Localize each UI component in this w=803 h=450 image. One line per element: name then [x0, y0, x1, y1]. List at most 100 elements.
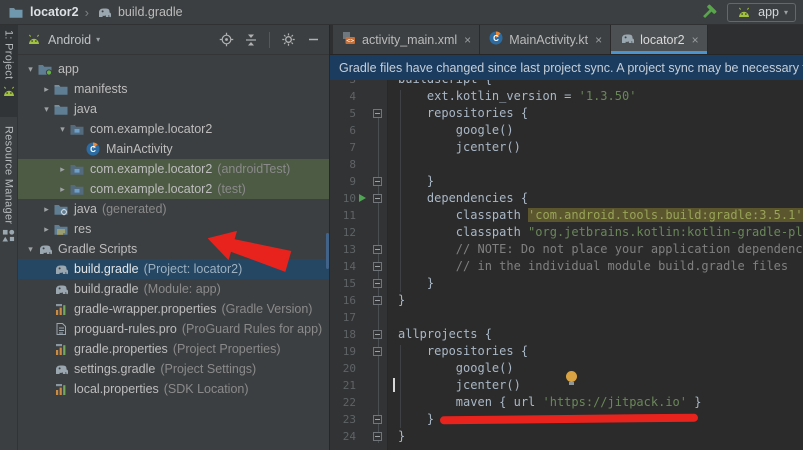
android-view-icon: [25, 31, 43, 49]
line-number: 8: [330, 156, 356, 173]
code-line[interactable]: 14 // in the individual module build.gra…: [330, 258, 803, 275]
code-editor[interactable]: 3 buildscript { 4 ext.kotlin_version = '…: [330, 71, 803, 450]
editor-tab[interactable]: C MainActivity.kt ×: [480, 25, 611, 54]
build-hammer-icon[interactable]: [699, 3, 717, 21]
divider: [269, 32, 270, 48]
code-line[interactable]: 19 repositories {: [330, 343, 803, 360]
breadcrumb-project[interactable]: locator2: [30, 5, 79, 19]
tree-scrollbar[interactable]: [326, 233, 329, 269]
gradle-sync-banner-text: Gradle files have changed since last pro…: [339, 61, 803, 75]
fold-icon[interactable]: [373, 279, 382, 288]
fold-icon[interactable]: [373, 330, 382, 339]
chevron-icon[interactable]: ▸: [40, 224, 53, 235]
hide-panel-icon[interactable]: [304, 31, 322, 49]
code-line[interactable]: 8: [330, 156, 803, 173]
code-line[interactable]: 10 dependencies {: [330, 190, 803, 207]
tree-row[interactable]: ▾ java: [18, 99, 329, 119]
editor-body[interactable]: Gradle files have changed since last pro…: [330, 55, 803, 450]
package-icon: [69, 181, 85, 197]
chevron-icon[interactable]: ▸: [40, 84, 53, 95]
android-studio-window: locator2 › build.gradle app ▾ 1: Project…: [0, 0, 803, 450]
fold-icon[interactable]: [373, 415, 382, 424]
gear-icon[interactable]: [279, 31, 297, 49]
close-tab-icon[interactable]: ×: [595, 33, 602, 47]
stripe-tab-project[interactable]: 1: Project: [0, 25, 17, 117]
chevron-icon[interactable]: ▸: [56, 164, 69, 175]
tree-row[interactable]: gradle-wrapper.properties (Gradle Versio…: [18, 299, 329, 319]
chevron-down-icon[interactable]: ▾: [96, 35, 100, 44]
tree-row[interactable]: settings.gradle (Project Settings): [18, 359, 329, 379]
code-line[interactable]: 5 repositories {: [330, 105, 803, 122]
fold-gutter: [370, 343, 388, 360]
layout-xml-icon: <>: [341, 30, 357, 49]
code-line[interactable]: 24 }: [330, 428, 803, 445]
tree-row[interactable]: ▸ manifests: [18, 79, 329, 99]
chevron-icon[interactable]: ▾: [24, 244, 37, 255]
code-line[interactable]: 7 jcenter(): [330, 139, 803, 156]
tree-row-label: MainActivity: [106, 142, 173, 156]
code-line[interactable]: 18 allprojects {: [330, 326, 803, 343]
tree-row[interactable]: ▸ java (generated): [18, 199, 329, 219]
run-gutter: [356, 377, 370, 394]
stripe-tab-resource-manager[interactable]: Resource Manager: [0, 121, 17, 263]
code-line[interactable]: 6 google(): [330, 122, 803, 139]
chevron-icon[interactable]: ▾: [40, 104, 53, 115]
kotlin-icon: C: [488, 30, 504, 49]
code-line[interactable]: 17: [330, 309, 803, 326]
tree-row[interactable]: local.properties (SDK Location): [18, 379, 329, 399]
fold-icon[interactable]: [373, 109, 382, 118]
line-number: 7: [330, 139, 356, 156]
code-line[interactable]: 11 classpath 'com.android.tools.build:gr…: [330, 207, 803, 224]
code-line[interactable]: 22 maven { url 'https://jitpack.io' }: [330, 394, 803, 411]
tree-row-label: com.example.locator2: [90, 162, 212, 176]
fold-icon[interactable]: [373, 194, 382, 203]
code-line[interactable]: 4 ext.kotlin_version = '1.3.50': [330, 88, 803, 105]
tree-row[interactable]: ▾ app: [18, 59, 329, 79]
fold-icon[interactable]: [373, 296, 382, 305]
intention-lightbulb-icon[interactable]: [566, 371, 577, 382]
run-gutter: [356, 173, 370, 190]
tree-row-annotation: (Project Properties): [173, 342, 281, 356]
chevron-icon[interactable]: ▾: [24, 64, 37, 75]
run-configuration-select[interactable]: app ▾: [727, 3, 796, 22]
chevron-icon[interactable]: ▸: [40, 204, 53, 215]
fold-gutter: [370, 411, 388, 428]
chevron-icon[interactable]: ▸: [56, 184, 69, 195]
run-icon[interactable]: [359, 194, 366, 202]
line-number: 6: [330, 122, 356, 139]
editor-tab[interactable]: <> activity_main.xml ×: [333, 25, 480, 54]
fold-icon[interactable]: [373, 177, 382, 186]
code-line[interactable]: 9 }: [330, 173, 803, 190]
gradle-icon: [619, 30, 635, 49]
fold-gutter: [370, 122, 388, 139]
project-view-selector[interactable]: Android: [48, 33, 91, 47]
tree-row[interactable]: ▾ com.example.locator2: [18, 119, 329, 139]
chevron-icon[interactable]: ▾: [56, 124, 69, 135]
code-line[interactable]: 13 // NOTE: Do not place your applicatio…: [330, 241, 803, 258]
code-line[interactable]: 16 }: [330, 292, 803, 309]
fold-icon[interactable]: [373, 262, 382, 271]
breadcrumb-file[interactable]: build.gradle: [118, 5, 183, 19]
tree-row-label: local.properties: [74, 382, 159, 396]
tree-row[interactable]: C MainActivity: [18, 139, 329, 159]
fold-gutter: [370, 275, 388, 292]
tree-row[interactable]: proguard-rules.pro (ProGuard Rules for a…: [18, 319, 329, 339]
close-tab-icon[interactable]: ×: [692, 33, 699, 47]
run-gutter: [356, 241, 370, 258]
locate-file-icon[interactable]: [217, 31, 235, 49]
fold-icon[interactable]: [373, 432, 382, 441]
editor-tab[interactable]: locator2 ×: [611, 25, 708, 54]
tree-row[interactable]: gradle.properties (Project Properties): [18, 339, 329, 359]
tree-row-label: app: [58, 62, 79, 76]
collapse-all-icon[interactable]: [242, 31, 260, 49]
line-number: 24: [330, 428, 356, 445]
tree-row[interactable]: ▸ com.example.locator2 (androidTest): [18, 159, 329, 179]
code-line[interactable]: 15 }: [330, 275, 803, 292]
android-app-icon: [735, 3, 753, 21]
code-line[interactable]: 12 classpath "org.jetbrains.kotlin:kotli…: [330, 224, 803, 241]
fold-icon[interactable]: [373, 347, 382, 356]
tree-row[interactable]: ▸ com.example.locator2 (test): [18, 179, 329, 199]
fold-icon[interactable]: [373, 245, 382, 254]
fold-gutter: [370, 377, 388, 394]
close-tab-icon[interactable]: ×: [464, 33, 471, 47]
